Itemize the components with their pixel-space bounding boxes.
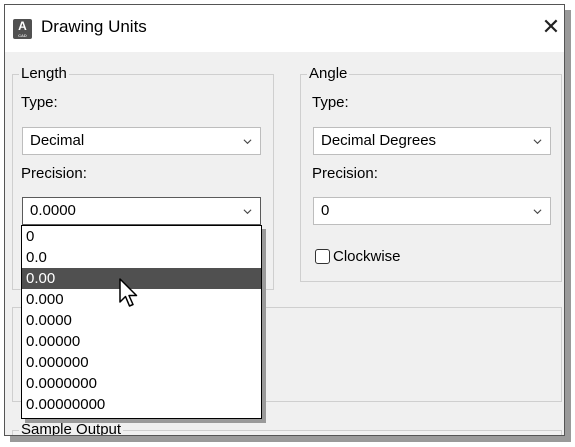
angle-precision-value: 0 <box>321 202 330 219</box>
length-type-label: Type: <box>21 94 58 111</box>
sample-output-group: Sample Output <box>12 421 562 435</box>
precision-option[interactable]: 0.0 <box>22 247 261 268</box>
length-precision-select[interactable]: 0.0000 <box>22 197 261 225</box>
title-bar: A CAD Drawing Units ✕ <box>5 5 564 52</box>
angle-type-select[interactable]: Decimal Degrees <box>313 127 551 155</box>
precision-option[interactable]: 0.00000 <box>22 331 261 352</box>
angle-precision-label: Precision: <box>312 165 378 182</box>
angle-precision-select[interactable]: 0 <box>313 197 551 225</box>
length-type-select[interactable]: Decimal <box>22 127 261 155</box>
sample-output-label: Sample Output <box>19 421 124 436</box>
length-group-label: Length <box>19 65 69 82</box>
angle-type-value: Decimal Degrees <box>321 132 437 149</box>
app-icon-letter: A <box>18 19 27 33</box>
precision-option[interactable]: 0.0000000 <box>22 373 261 394</box>
mouse-pointer-icon <box>119 278 138 307</box>
chevron-down-icon <box>243 209 252 215</box>
precision-option[interactable]: 0.00000000 <box>22 394 261 415</box>
app-icon-sub: CAD <box>18 33 27 38</box>
chevron-down-icon <box>533 139 542 145</box>
partial-colon-text: : <box>263 331 268 348</box>
clockwise-label[interactable]: Clockwise <box>333 248 401 265</box>
angle-group-label: Angle <box>307 65 350 82</box>
length-precision-label: Precision: <box>21 165 87 182</box>
close-button[interactable]: ✕ <box>539 13 563 41</box>
precision-option[interactable]: 0.000000 <box>22 352 261 373</box>
length-type-value: Decimal <box>30 132 85 149</box>
window-title: Drawing Units <box>41 17 147 36</box>
clockwise-checkbox[interactable] <box>315 249 330 264</box>
precision-option[interactable]: 0.0000 <box>22 310 261 331</box>
close-icon: ✕ <box>541 14 561 39</box>
length-precision-value: 0.0000 <box>30 202 76 219</box>
precision-dropdown-list: 0 0.0 0.00 0.000 0.0000 0.00000 0.000000… <box>21 225 262 419</box>
angle-type-label: Type: <box>312 94 349 111</box>
chevron-down-icon <box>533 209 542 215</box>
chevron-down-icon <box>243 139 252 145</box>
precision-option[interactable]: 0 <box>22 226 261 247</box>
autocad-app-icon: A CAD <box>13 19 32 39</box>
